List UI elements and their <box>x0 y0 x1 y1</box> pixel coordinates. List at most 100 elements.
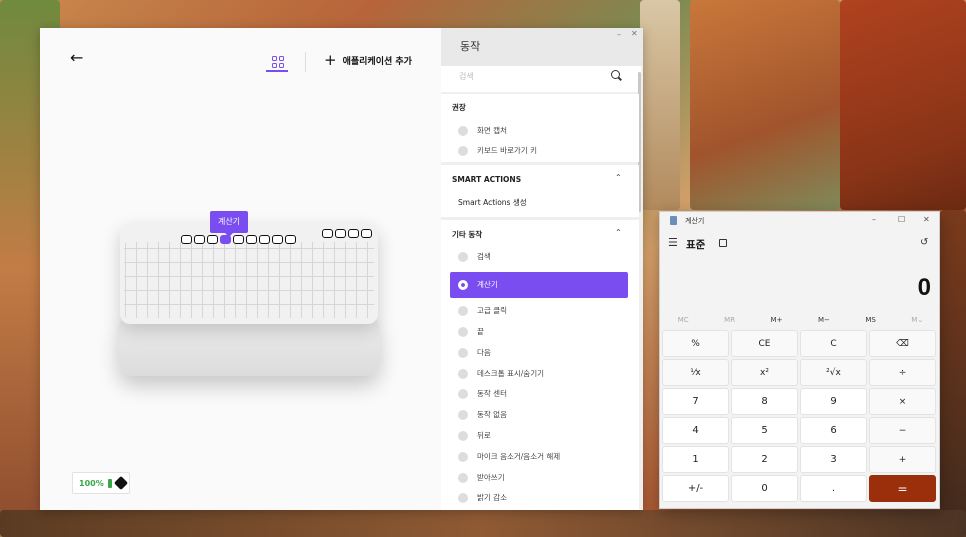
minimize-button[interactable]: – <box>872 215 876 224</box>
tab-indicator <box>266 70 288 72</box>
clear-entry-button[interactable]: CE <box>731 330 798 357</box>
maximize-button[interactable]: ☐ <box>898 215 905 224</box>
square-button[interactable]: x² <box>731 359 798 386</box>
action-item[interactable]: 동작 없음 <box>441 405 639 425</box>
action-item-calculator-selected[interactable]: 계산기 <box>450 272 628 298</box>
digit-6-button[interactable]: 6 <box>800 417 867 444</box>
action-item[interactable]: 검색 <box>441 247 639 267</box>
history-icon[interactable]: ↺ <box>920 237 928 248</box>
action-item-create-smart-action[interactable]: Smart Actions 생성 <box>441 193 639 213</box>
action-item[interactable]: 고급 클릭 <box>441 301 639 321</box>
programmable-key[interactable] <box>272 235 283 244</box>
digit-3-button[interactable]: 3 <box>800 446 867 473</box>
programmable-keys-right <box>322 229 372 238</box>
programmable-key[interactable] <box>322 229 333 238</box>
digit-0-button[interactable]: 0 <box>731 475 798 502</box>
minimize-button[interactable]: – <box>617 30 621 39</box>
actions-panel: 동작 – ✕ 검색 권장 화면 캡처 키보드 바로가기 키 SMART ACTI… <box>441 28 643 510</box>
hamburger-menu-icon[interactable]: ☰ <box>668 236 678 249</box>
programmable-key[interactable] <box>348 229 359 238</box>
radio-icon <box>458 146 468 156</box>
negate-button[interactable]: +/- <box>662 475 729 502</box>
radio-icon <box>458 452 468 462</box>
panel-header: 동작 – ✕ <box>441 28 643 66</box>
keep-on-top-icon[interactable] <box>719 239 727 247</box>
digit-1-button[interactable]: 1 <box>662 446 729 473</box>
digit-2-button[interactable]: 2 <box>731 446 798 473</box>
digit-5-button[interactable]: 5 <box>731 417 798 444</box>
decimal-button[interactable]: . <box>800 475 867 502</box>
back-button[interactable]: ← <box>70 48 83 67</box>
backspace-button[interactable]: ⌫ <box>869 330 936 357</box>
digit-9-button[interactable]: 9 <box>800 388 867 415</box>
programmable-key[interactable] <box>194 235 205 244</box>
action-item[interactable]: 받아쓰기 <box>441 468 639 488</box>
clear-button[interactable]: C <box>800 330 867 357</box>
action-item[interactable]: 동작 센터 <box>441 384 639 404</box>
memory-clear-button[interactable]: MC <box>678 316 689 324</box>
memory-list-button[interactable]: M⌄ <box>911 316 923 324</box>
programmable-key[interactable] <box>246 235 257 244</box>
equals-button[interactable]: = <box>869 475 936 502</box>
panel-title: 동작 <box>460 40 481 53</box>
square-root-button[interactable]: ²√x <box>800 359 867 386</box>
action-item[interactable]: 뒤로 <box>441 426 639 446</box>
other-actions-section: 기타 동작 ⌃ 검색 계산기 고급 클릭 끝 다음 데스크톱 표시/숨기기 동작… <box>441 220 639 510</box>
programmable-key[interactable] <box>361 229 372 238</box>
close-button[interactable]: ✕ <box>631 29 638 38</box>
programmable-key[interactable] <box>233 235 244 244</box>
smart-actions-section: SMART ACTIONS ⌃ Smart Actions 생성 <box>441 165 639 217</box>
multiply-button[interactable]: × <box>869 388 936 415</box>
calculator-app-icon <box>670 216 677 225</box>
memory-store-button[interactable]: MS <box>865 316 875 324</box>
minus-button[interactable]: − <box>869 417 936 444</box>
keyboard-keys <box>124 242 374 318</box>
chevron-up-icon[interactable]: ⌃ <box>615 173 622 182</box>
programmable-key[interactable] <box>335 229 346 238</box>
reciprocal-button[interactable]: ⅟x <box>662 359 729 386</box>
memory-add-button[interactable]: M+ <box>771 316 783 324</box>
action-label: 받아쓰기 <box>477 473 505 482</box>
radio-icon <box>458 389 468 399</box>
wallpaper-wall-right <box>840 0 966 210</box>
programmable-key[interactable] <box>259 235 270 244</box>
action-item[interactable]: 끝 <box>441 322 639 342</box>
add-application-button[interactable]: + 애플리케이션 추가 <box>324 51 412 69</box>
action-item[interactable]: 밝기 감소 <box>441 488 639 508</box>
action-label: 고급 클릭 <box>477 306 507 315</box>
action-item[interactable]: 다음 <box>441 343 639 363</box>
action-label: 뒤로 <box>477 431 491 440</box>
percent-button[interactable]: % <box>662 330 729 357</box>
action-item-keyboard-shortcut[interactable]: 키보드 바로가기 키 <box>441 141 639 161</box>
radio-icon <box>458 431 468 441</box>
key-assignment-tooltip: 계산기 <box>210 211 248 237</box>
section-label-recommended: 권장 <box>452 103 466 112</box>
search-placeholder: 검색 <box>459 72 474 81</box>
chevron-up-icon[interactable]: ⌃ <box>615 228 622 237</box>
search-input[interactable]: 검색 <box>441 66 641 92</box>
programmable-key[interactable] <box>207 235 218 244</box>
action-label: Smart Actions 생성 <box>458 198 527 207</box>
action-item[interactable]: 마이크 음소거/음소거 해제 <box>441 447 639 467</box>
close-button[interactable]: ✕ <box>923 215 930 224</box>
divide-button[interactable]: ÷ <box>869 359 936 386</box>
all-applications-icon[interactable] <box>268 52 288 72</box>
action-label: 마이크 음소거/음소거 해제 <box>477 452 561 461</box>
action-item[interactable]: 데스크톱 표시/숨기기 <box>441 364 639 384</box>
programmable-keys-left <box>181 235 296 244</box>
digit-7-button[interactable]: 7 <box>662 388 729 415</box>
digit-8-button[interactable]: 8 <box>731 388 798 415</box>
memory-recall-button[interactable]: MR <box>724 316 735 324</box>
digit-4-button[interactable]: 4 <box>662 417 729 444</box>
action-label: 밝기 감소 <box>477 493 507 502</box>
device-view: ← + 애플리케이션 추가 계산기 100% <box>40 28 441 510</box>
action-label: 데스크톱 표시/숨기기 <box>477 369 545 378</box>
plus-button[interactable]: + <box>869 446 936 473</box>
programmable-key[interactable] <box>285 235 296 244</box>
programmable-key[interactable] <box>181 235 192 244</box>
radio-icon <box>458 126 468 136</box>
search-icon[interactable] <box>611 70 620 79</box>
battery-percent: 100% <box>79 478 104 488</box>
action-item-screen-capture[interactable]: 화면 캡처 <box>441 121 639 141</box>
memory-subtract-button[interactable]: M− <box>818 316 830 324</box>
